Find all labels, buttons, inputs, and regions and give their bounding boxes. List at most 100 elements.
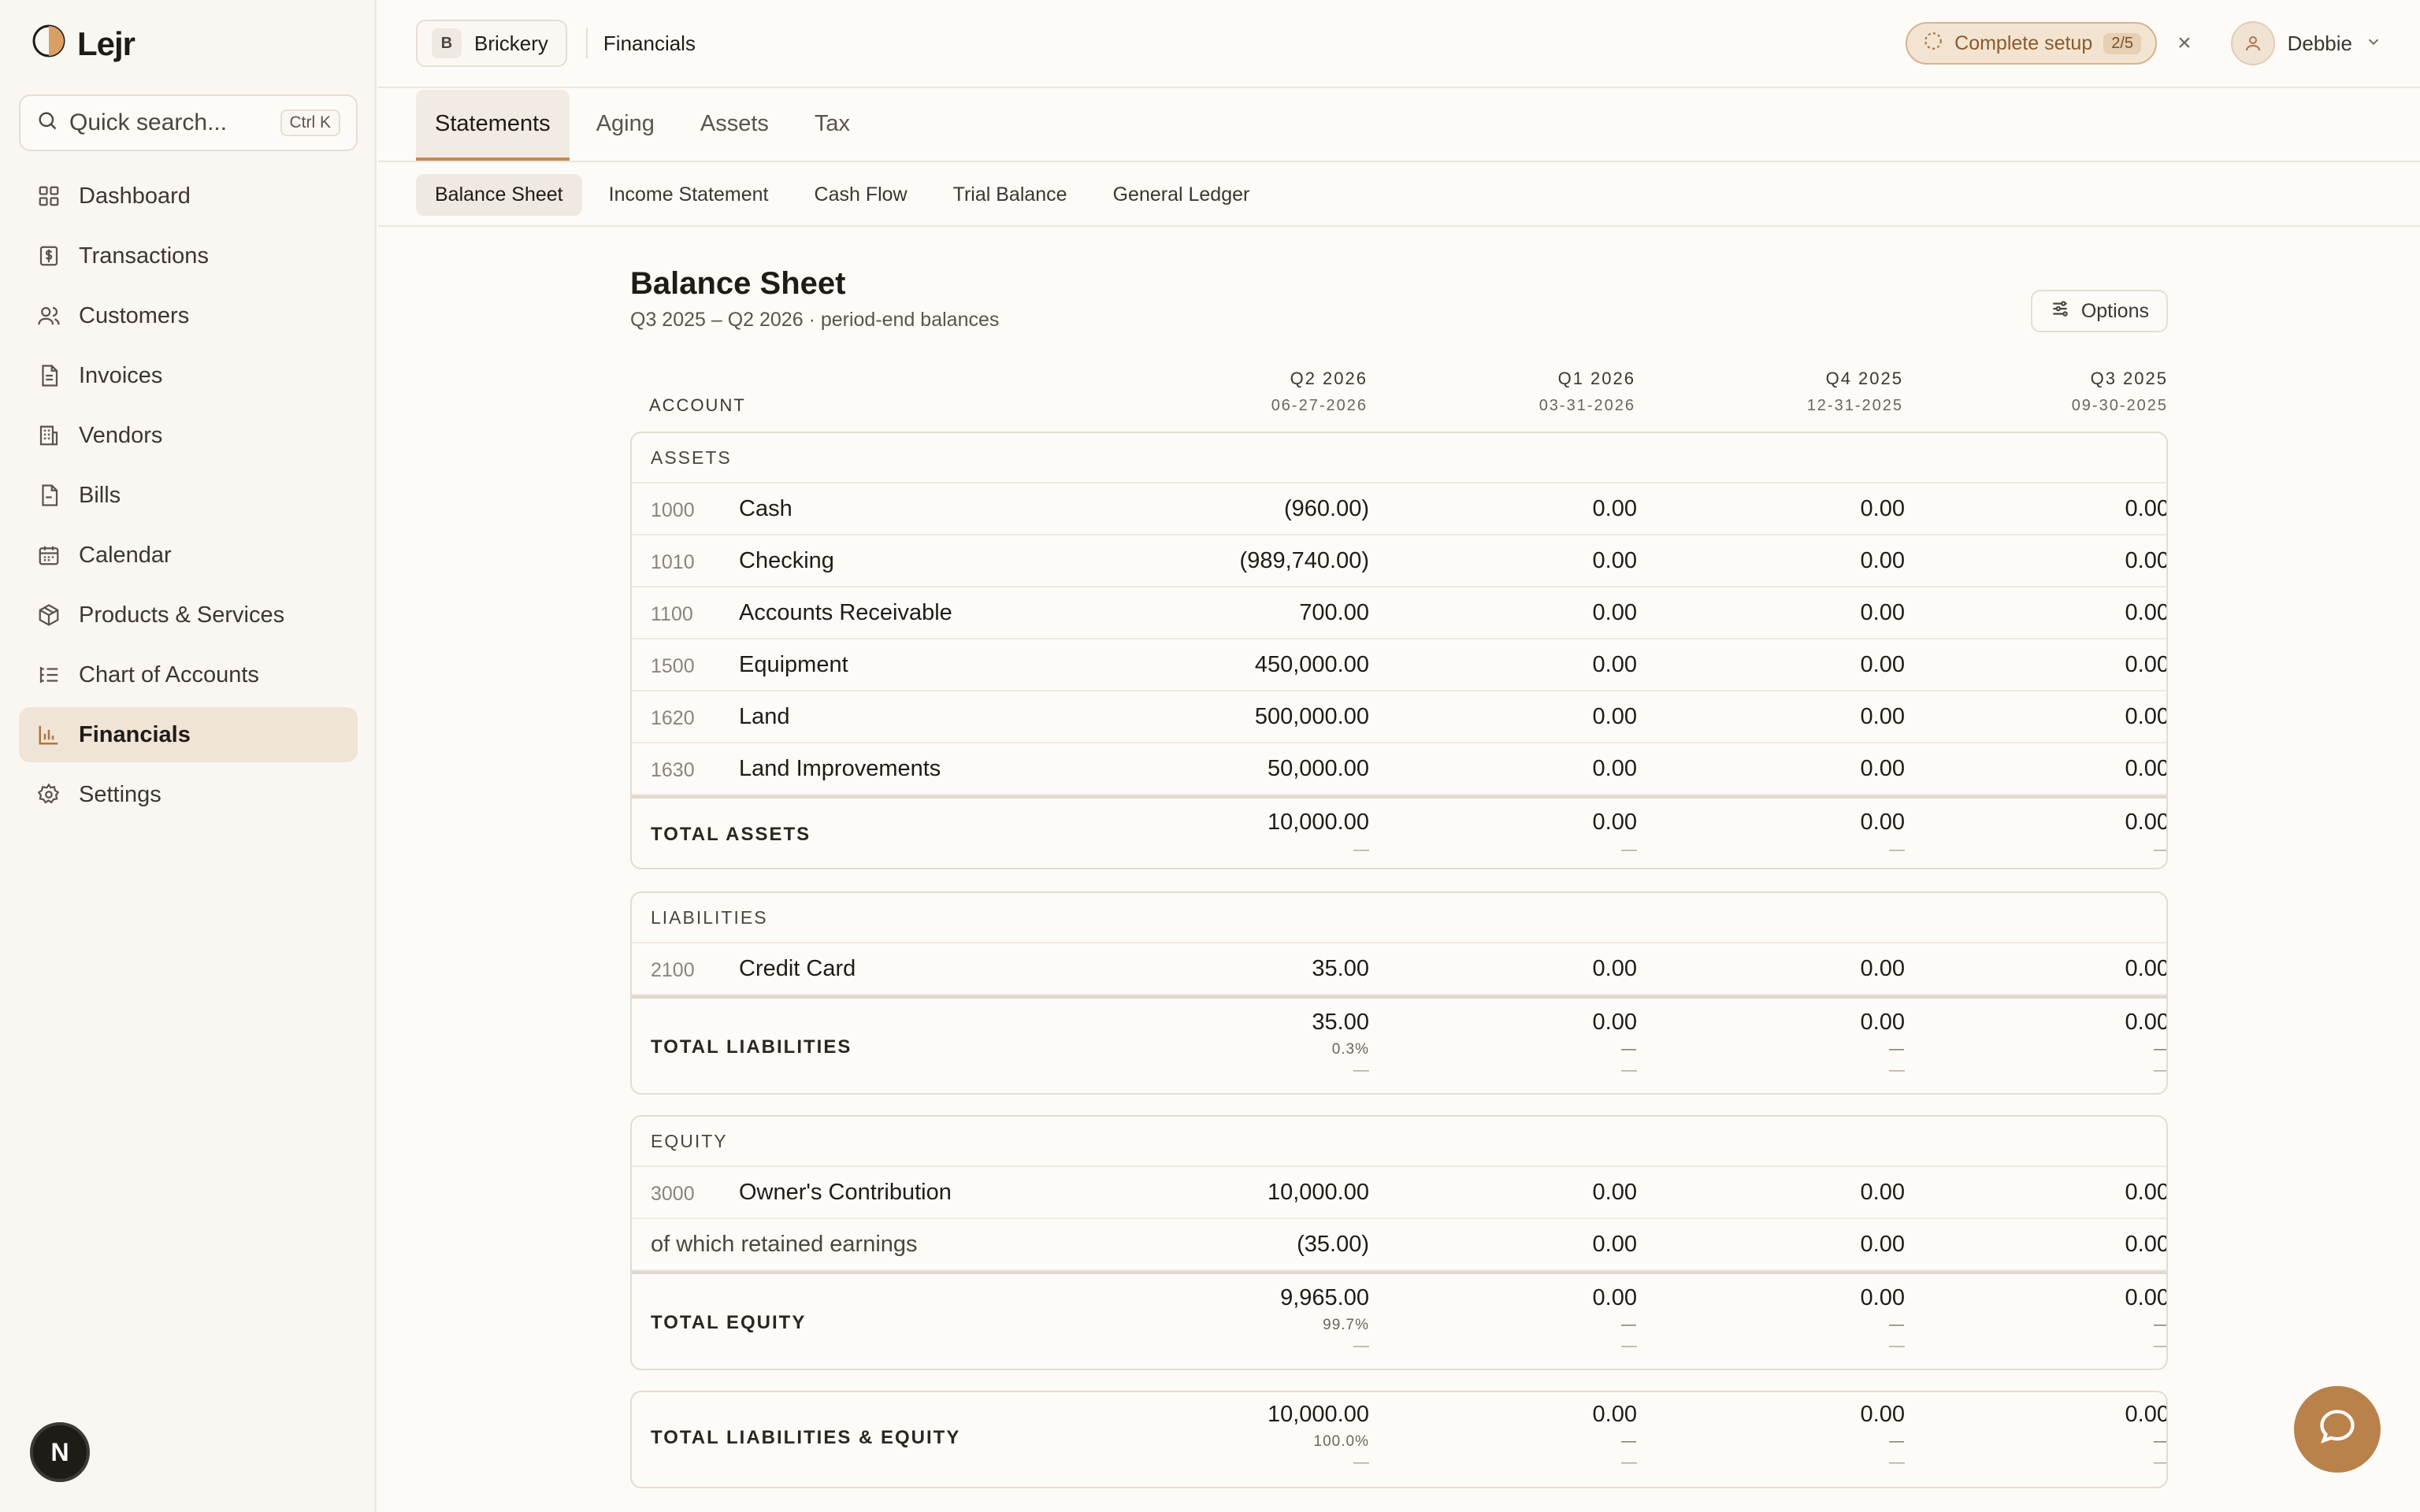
account-name: Accounts Receivable <box>739 600 952 625</box>
page-title: Balance Sheet <box>630 266 846 301</box>
user-name: Debbie <box>2287 31 2352 55</box>
tab-assets[interactable]: Assets <box>681 90 788 161</box>
app-name: Lejr <box>77 24 135 62</box>
sidebar-item-label: Bills <box>79 482 121 508</box>
empty-indicator: — <box>1889 1454 1905 1471</box>
account-name: Checking <box>739 548 834 573</box>
value-cell: 35.00 <box>1312 956 1369 981</box>
sidebar-item-label: Products & Services <box>79 602 285 628</box>
total-label: TOTAL EQUITY <box>651 1312 807 1333</box>
subtab-cash-flow[interactable]: Cash Flow <box>796 174 926 216</box>
subtab-general-ledger[interactable]: General Ledger <box>1094 174 1269 216</box>
n-badge[interactable]: N <box>30 1422 90 1482</box>
percent-of-total: — <box>2154 1433 2168 1450</box>
sidebar-item-dashboard[interactable]: Dashboard <box>19 169 358 224</box>
search-icon <box>36 109 58 137</box>
table-row[interactable]: 1620 Land 500,000.00 0.00 0.00 0.00 <box>632 691 2166 743</box>
sidebar-item-bills[interactable]: Bills <box>19 468 358 523</box>
value-cell: 0.00 <box>2125 756 2168 781</box>
equity-section: EQUITY 3000 Owner's Contribution 10,000.00 0… <box>630 1115 2168 1370</box>
value-cell: 0.00 <box>1860 810 1905 835</box>
table-row[interactable]: 1500 Equipment 450,000.00 0.00 0.00 0.00 <box>632 639 2166 691</box>
breadcrumb[interactable]: Financials <box>603 32 696 56</box>
close-icon[interactable]: × <box>2177 30 2192 57</box>
sidebar-item-invoices[interactable]: Invoices <box>19 348 358 403</box>
sidebar-item-calendar[interactable]: Calendar <box>19 528 358 583</box>
liabilities-section: LIABILITIES 2100 Credit Card 35.00 0.00 0.00 0… <box>630 891 2168 1095</box>
table-row[interactable]: 1100 Accounts Receivable 700.00 0.00 0.00 0.0… <box>632 587 2166 639</box>
sidebar-item-transactions[interactable]: Transactions <box>19 228 358 284</box>
total-row: TOTAL LIABILITIES & EQUITY 10,000.00 0.00 0… <box>632 1392 2166 1487</box>
sidebar-item-vendors[interactable]: Vendors <box>19 408 358 463</box>
empty-indicator: — <box>2154 1337 2168 1354</box>
column-header-3: Q3 2025 09-30-2025 <box>1932 369 2168 415</box>
column-header-1: Q1 2026 03-31-2026 <box>1399 369 1635 415</box>
sidebar-item-financials[interactable]: Financials <box>19 707 358 762</box>
sidebar-item-label: Dashboard <box>79 183 191 209</box>
org-switcher[interactable]: B Brickery <box>416 20 567 67</box>
table-row[interactable]: 1010 Checking (989,740.00) 0.00 0.00 0.00 <box>632 536 2166 587</box>
table-row[interactable]: of which retained earnings (35.00) 0.00 0.0… <box>632 1219 2166 1271</box>
value-cell: 0.00 <box>1860 1180 1905 1205</box>
table-row[interactable]: 1630 Land Improvements 50,000.00 0.00 0.00 0.… <box>632 743 2166 795</box>
search-placeholder: Quick search... <box>69 109 228 135</box>
account-name: of which retained earnings <box>651 1232 918 1257</box>
brand[interactable]: Lejr <box>32 24 135 64</box>
column-period: Q1 2026 <box>1557 369 1635 388</box>
value-cell: 0.00 <box>2125 810 2168 835</box>
value-cell: 700.00 <box>1299 600 1369 625</box>
account-code: 1500 <box>651 655 695 677</box>
sidebar-item-customers[interactable]: Customers <box>19 288 358 343</box>
chat-button[interactable] <box>2294 1386 2381 1473</box>
tab-tax[interactable]: Tax <box>796 90 869 161</box>
account-code: 2100 <box>651 959 695 981</box>
table-row[interactable]: 2100 Credit Card 35.00 0.00 0.00 0.00 <box>632 943 2166 995</box>
tab-statements[interactable]: Statements <box>416 90 570 161</box>
empty-indicator: — <box>1621 1062 1637 1079</box>
subtab-trial-balance[interactable]: Trial Balance <box>934 174 1086 216</box>
empty-indicator: — <box>1353 1454 1369 1471</box>
calendar-icon <box>36 543 61 568</box>
options-label: Options <box>2080 299 2149 322</box>
subtab-balance-sheet[interactable]: Balance Sheet <box>416 173 582 216</box>
percent-of-total: — <box>1889 1041 1905 1058</box>
value-cell: 0.00 <box>2125 956 2168 981</box>
sidebar-item-chart-of-accounts[interactable]: Chart of Accounts <box>19 647 358 702</box>
progress-ring-icon <box>1923 31 1943 57</box>
total-row: TOTAL LIABILITIES 35.00 0.00 0.00 0.00 0.3% — —… <box>632 995 2166 1093</box>
account-name: Equipment <box>739 652 848 677</box>
logo-icon <box>32 24 66 64</box>
percent-of-total: — <box>1889 1433 1905 1450</box>
search-input[interactable]: Quick search... Ctrl K <box>19 94 358 151</box>
account-code: 1630 <box>651 759 695 781</box>
list-tree-icon <box>36 662 61 687</box>
account-name: Cash <box>739 496 792 521</box>
value-cell: 10,000.00 <box>1267 810 1369 835</box>
complete-setup-button[interactable]: Complete setup 2/5 <box>1906 22 2158 65</box>
column-date: 06-27-2026 <box>1271 397 1368 414</box>
empty-indicator: — <box>2154 841 2168 858</box>
account-name: Land <box>739 704 790 729</box>
account-name: Credit Card <box>739 956 856 981</box>
options-button[interactable]: Options <box>2030 290 2168 332</box>
bar-chart-icon <box>36 722 61 747</box>
value-cell: 0.00 <box>1860 1285 1905 1310</box>
sidebar-item-label: Vendors <box>79 422 163 448</box>
table-row[interactable]: 1000 Cash (960.00) 0.00 0.00 0.00 <box>632 484 2166 536</box>
user-menu[interactable]: Debbie <box>2230 21 2382 65</box>
empty-indicator: — <box>2154 1062 2168 1079</box>
column-date: 12-31-2025 <box>1806 397 1903 414</box>
tab-aging[interactable]: Aging <box>577 90 674 161</box>
value-cell: 0.00 <box>1860 1232 1905 1257</box>
column-date: 03-31-2026 <box>1538 397 1635 414</box>
value-cell: (989,740.00) <box>1239 548 1369 573</box>
sidebar-item-products-services[interactable]: Products & Services <box>19 587 358 643</box>
account-column-header: ACCOUNT <box>649 395 746 415</box>
account-code: 1100 <box>651 603 693 625</box>
subtab-income-statement[interactable]: Income Statement <box>590 174 788 216</box>
percent-of-total: — <box>1621 1317 1637 1333</box>
statement-tabs: Balance Sheet Income Statement Cash Flow… <box>378 164 2420 227</box>
users-icon <box>36 303 61 328</box>
table-row[interactable]: 3000 Owner's Contribution 10,000.00 0.00 0.0… <box>632 1167 2166 1219</box>
sidebar-item-settings[interactable]: Settings <box>19 767 358 822</box>
